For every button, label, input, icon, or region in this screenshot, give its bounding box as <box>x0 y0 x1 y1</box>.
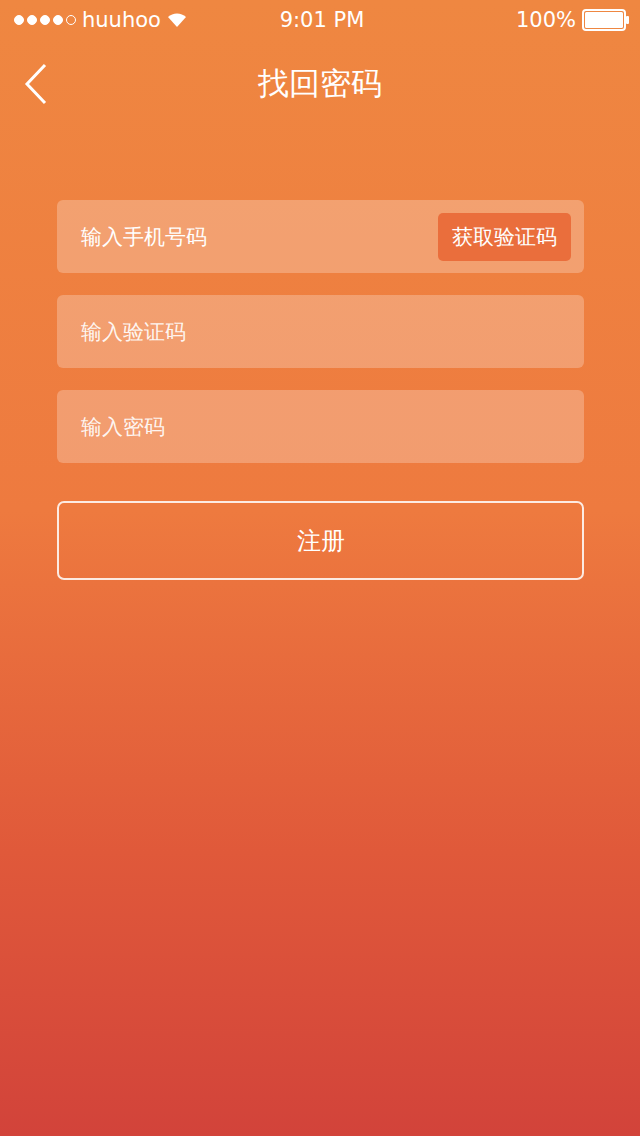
field-placeholder: 输入验证码 <box>81 318 186 346</box>
code-field[interactable]: 输入验证码 <box>57 295 584 368</box>
password-field[interactable]: 输入密码 <box>57 390 584 463</box>
field-placeholder: 输入手机号码 <box>81 223 207 251</box>
status-bar: huuhoo 9:01 PM 100% <box>0 0 640 40</box>
signal-icon <box>14 15 76 25</box>
chevron-left-icon <box>24 63 48 105</box>
nav-bar: 找回密码 <box>0 40 640 128</box>
register-button[interactable]: 注册 <box>57 501 584 580</box>
status-time: 9:01 PM <box>280 8 365 32</box>
reset-form: 输入手机号码 获取验证码输入验证码输入密码注册 <box>0 200 640 580</box>
nav-title: 找回密码 <box>80 63 560 105</box>
get-code-button[interactable]: 获取验证码 <box>438 213 571 261</box>
battery-icon <box>582 9 630 31</box>
screen: huuhoo 9:01 PM 100% 找回密码输入手机号码 获取验证码输入验证码输入密… <box>0 0 640 1136</box>
battery-reading: 100% <box>516 8 576 32</box>
wifi-icon <box>167 12 187 28</box>
back-button[interactable] <box>20 60 60 108</box>
phone-field[interactable]: 输入手机号码 获取验证码 <box>57 200 584 273</box>
carrier: huuhoo <box>82 8 161 32</box>
field-placeholder: 输入密码 <box>81 413 165 441</box>
